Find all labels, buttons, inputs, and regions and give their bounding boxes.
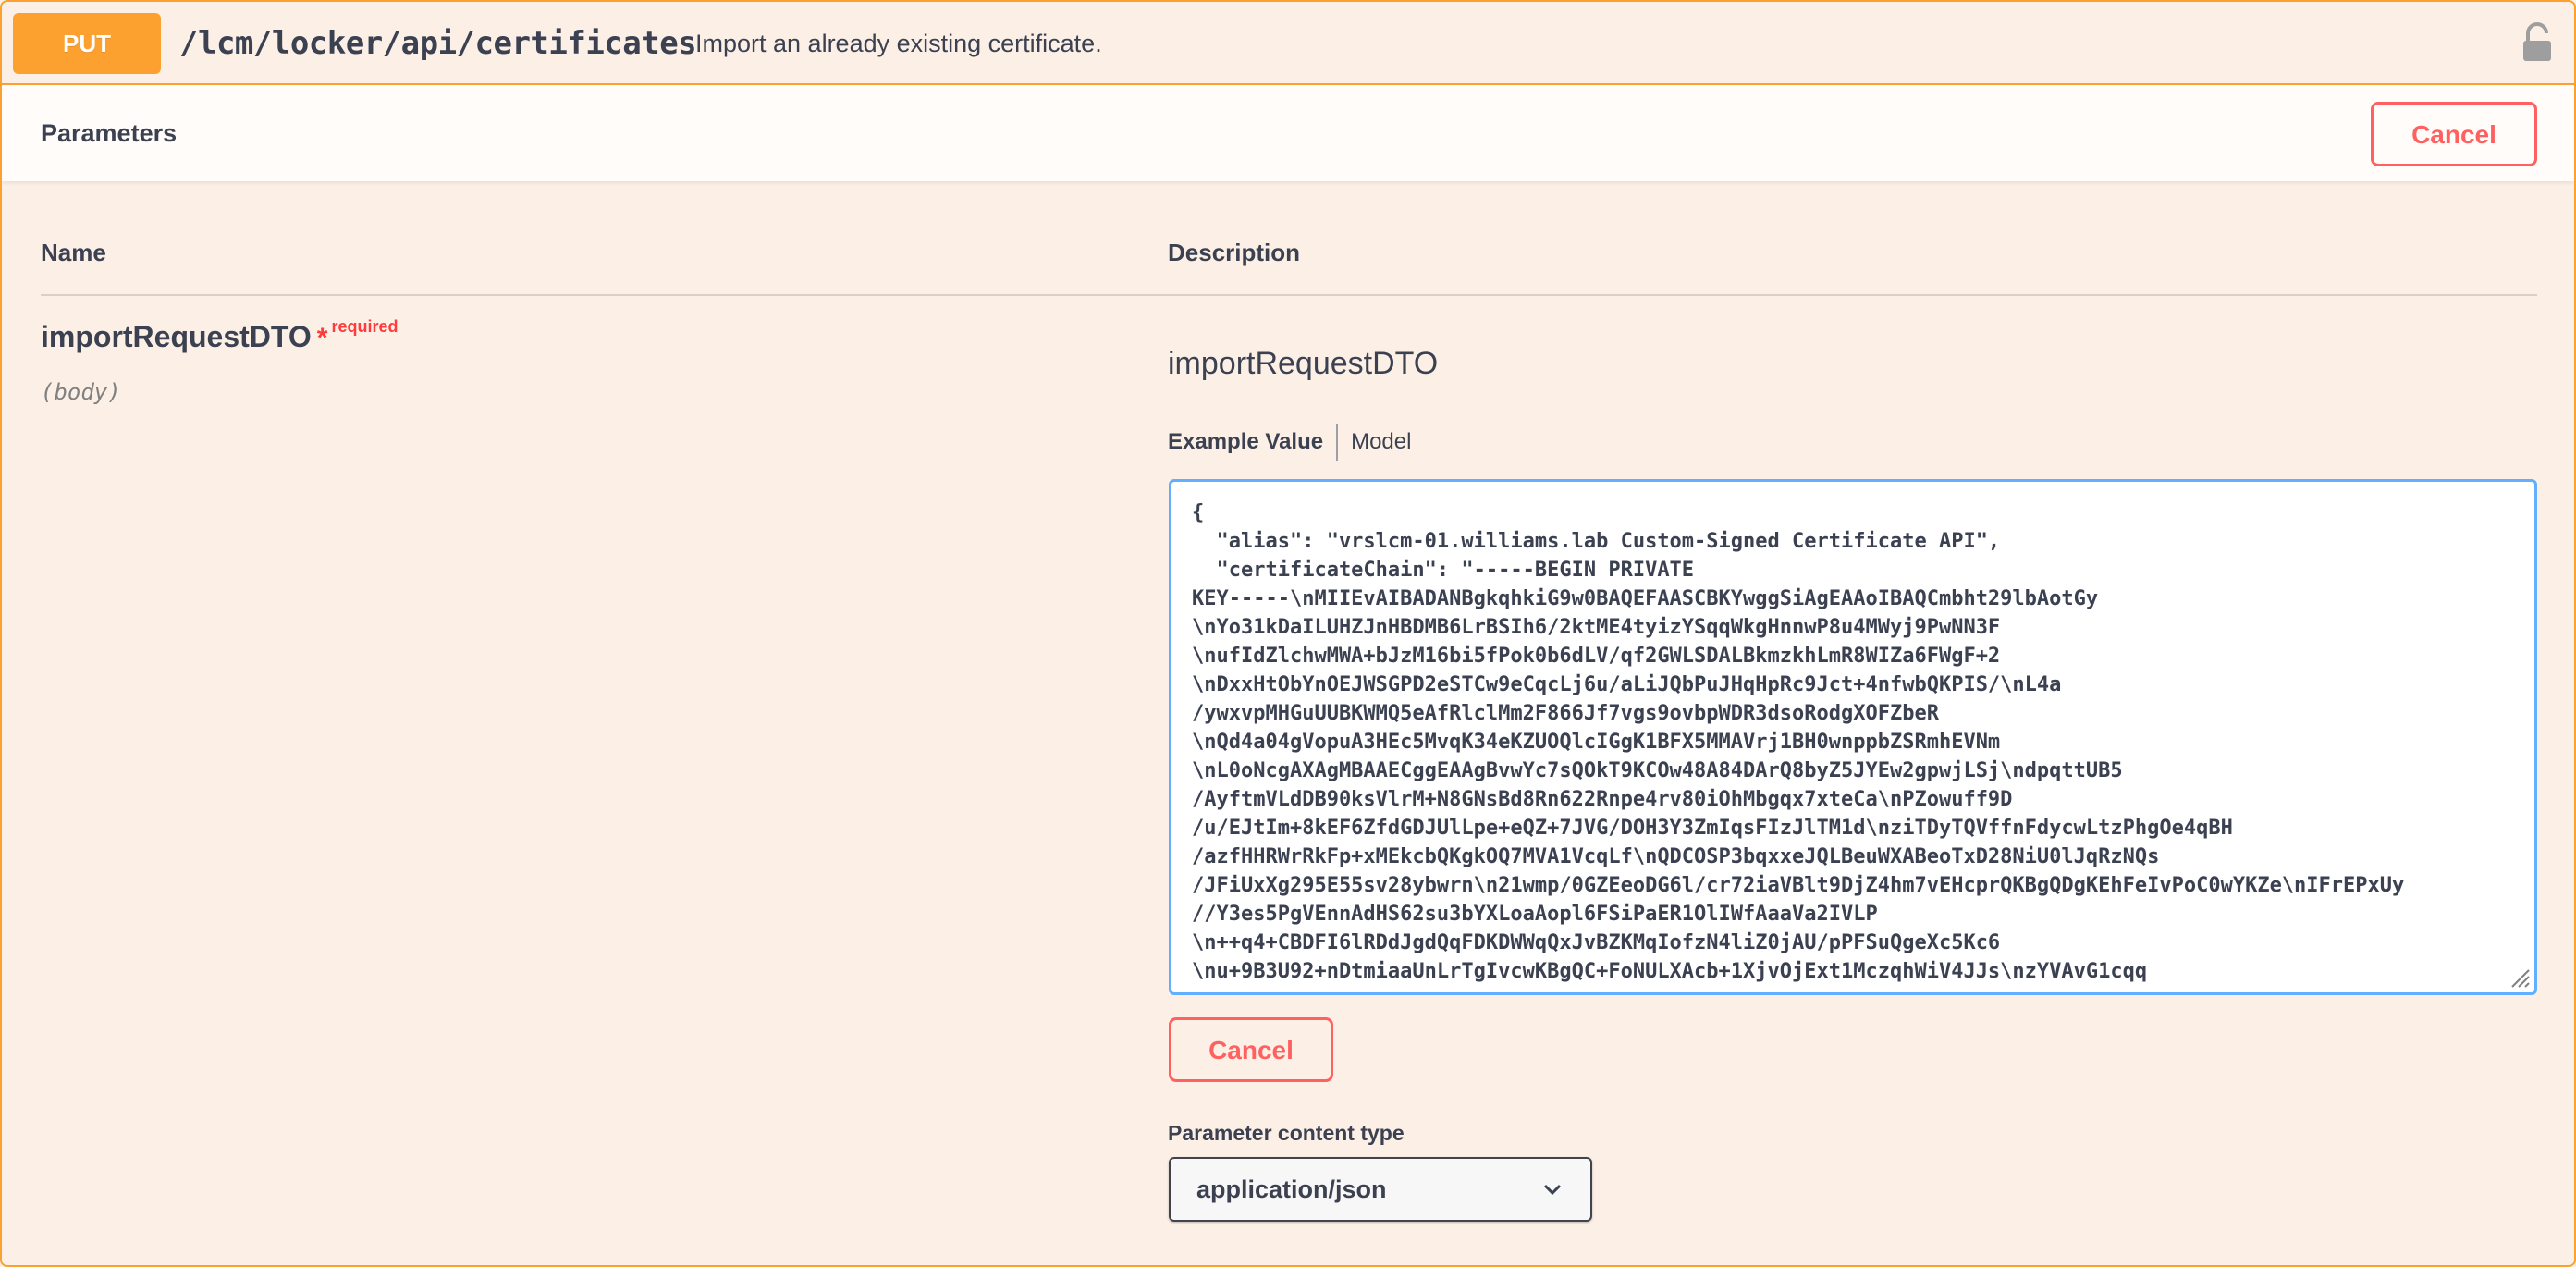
tab-example-value[interactable]: Example Value — [1168, 424, 1339, 461]
resize-grip-icon[interactable] — [2507, 965, 2531, 989]
column-header-description: Description — [1168, 239, 1301, 266]
parameter-location: (body) — [41, 379, 121, 405]
endpoint-description: Import an already existing certificate. — [695, 30, 1102, 57]
parameter-description-title: importRequestDTO — [1168, 346, 1439, 381]
table-divider — [41, 294, 2537, 296]
operation-block-put: PUT /lcm/locker/api/certificates Import … — [0, 0, 2576, 1267]
cancel-edit-button[interactable]: Cancel — [1169, 1017, 1333, 1082]
example-model-tabs: Example Value Model — [1168, 424, 1424, 461]
chevron-down-icon — [1543, 1184, 1562, 1196]
request-body-content[interactable]: { "alias": "vrslcm-01.williams.lab Custo… — [1171, 482, 2534, 986]
cancel-try-out-button[interactable]: Cancel — [2371, 102, 2537, 166]
tab-model[interactable]: Model — [1338, 424, 1424, 461]
operation-summary[interactable]: PUT /lcm/locker/api/certificates Import … — [2, 2, 2574, 85]
endpoint-path: /lcm/locker/api/certificates — [179, 25, 697, 62]
http-method-badge: PUT — [13, 13, 161, 74]
content-type-select[interactable]: application/json — [1169, 1157, 1592, 1222]
required-star: * — [316, 323, 328, 353]
content-type-selected: application/json — [1196, 1175, 1387, 1203]
parameter-name: importRequestDTO * required — [41, 317, 399, 354]
lock-icon[interactable] — [2521, 22, 2554, 63]
parameter-name-text: importRequestDTO — [41, 320, 312, 353]
content-type-label: Parameter content type — [1168, 1121, 1405, 1145]
column-header-name: Name — [41, 239, 106, 266]
request-body-textarea[interactable]: { "alias": "vrslcm-01.williams.lab Custo… — [1169, 479, 2537, 995]
required-label: required — [331, 317, 399, 336]
parameters-title: Parameters — [41, 119, 178, 147]
parameters-header: Parameters Cancel — [2, 85, 2574, 181]
